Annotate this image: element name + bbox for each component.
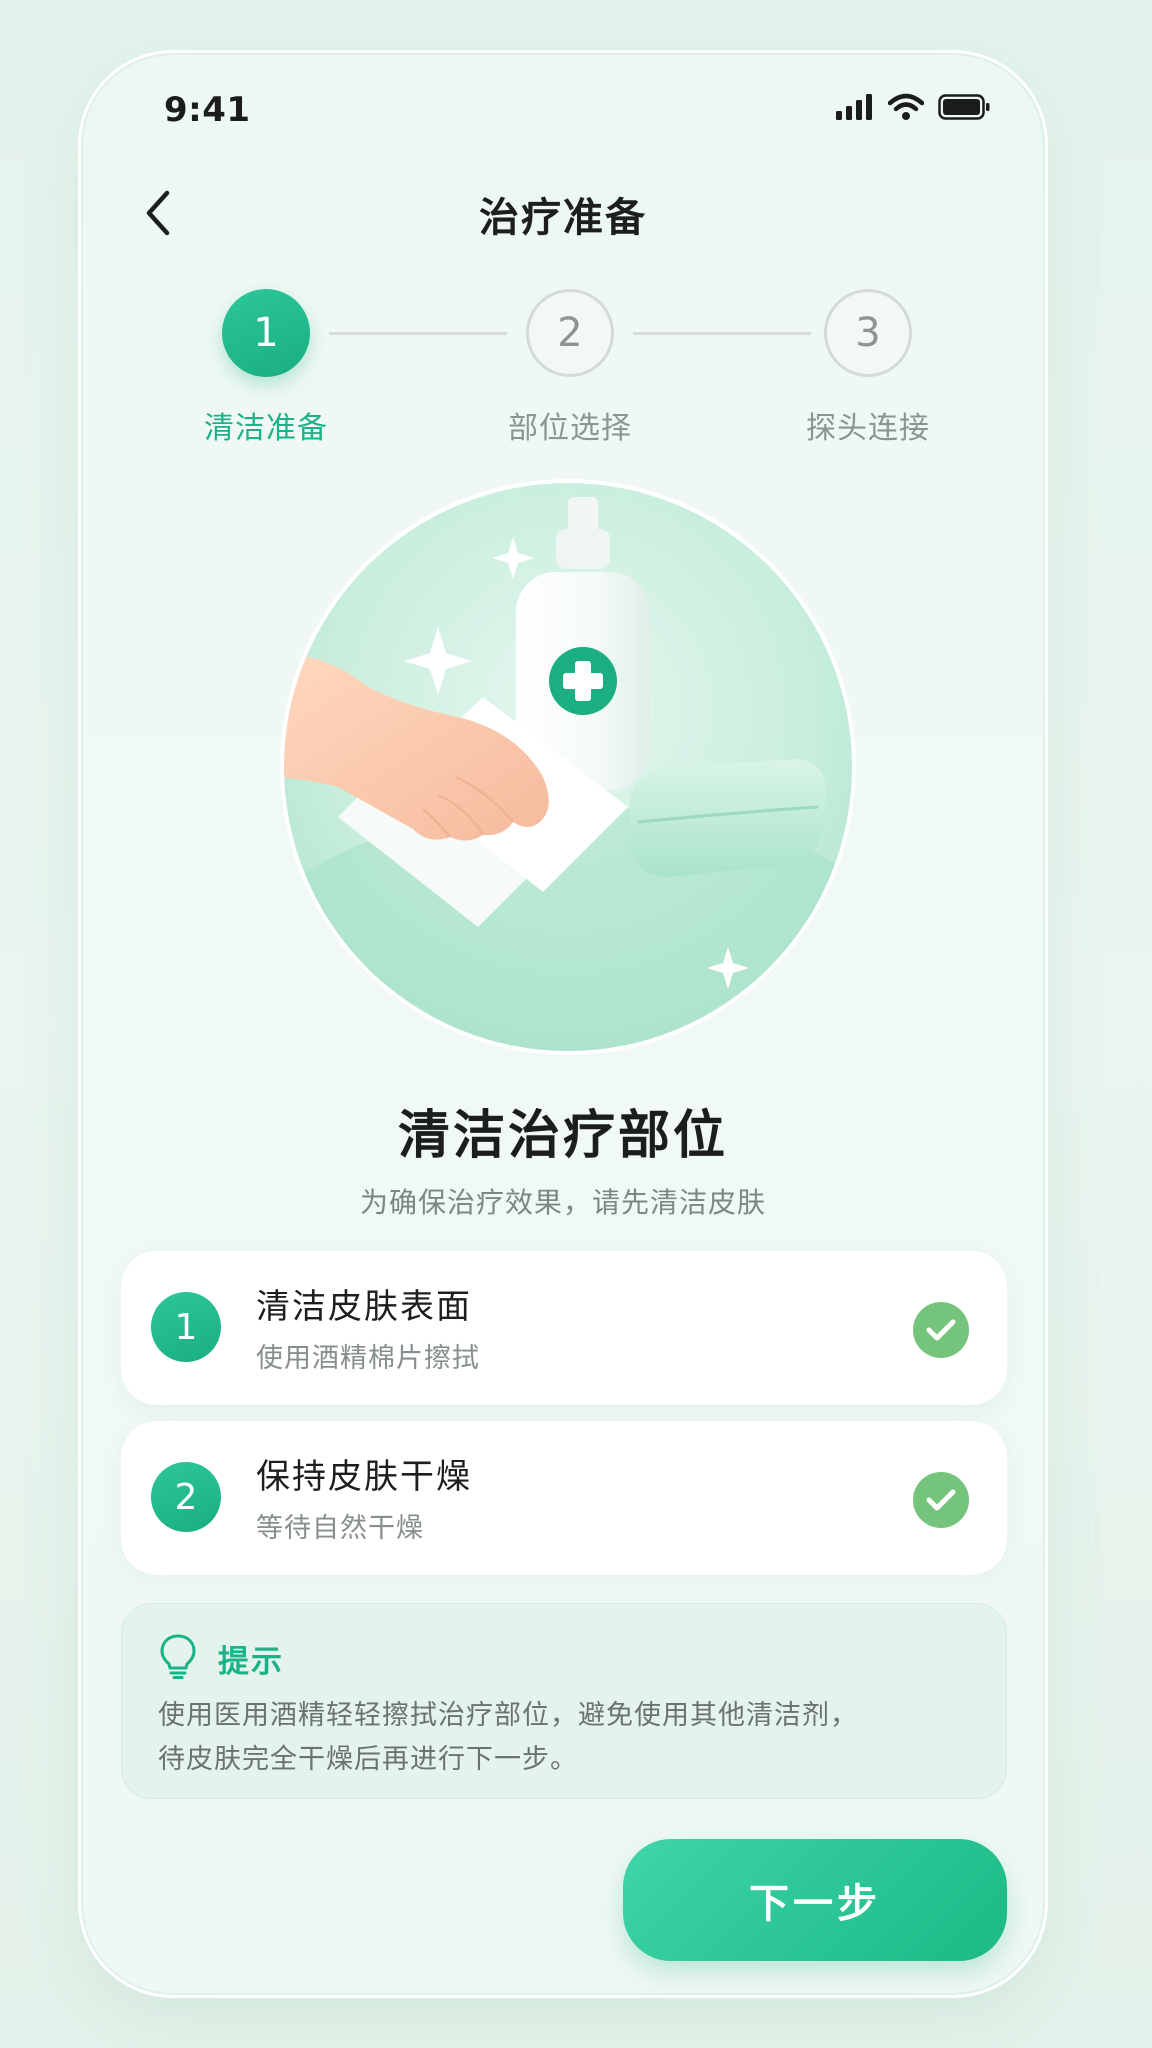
step-1-indicator[interactable]: 1 [222, 289, 310, 377]
cleaning-illustration [280, 479, 856, 1055]
task-title: 清洁皮肤表面 [256, 1287, 472, 1327]
tip-text: 使用医用酒精轻轻擦拭治疗部位，避免使用其他清洁剂， 待皮肤完全干燥后再进行下一步… [158, 1694, 966, 1782]
task-number: 1 [151, 1292, 221, 1362]
battery-icon [938, 94, 990, 120]
task-card-2[interactable]: 2 保持皮肤干燥 等待自然干燥 [121, 1421, 1007, 1575]
step-1-label: 清洁准备 [204, 411, 328, 446]
task-card-1[interactable]: 1 清洁皮肤表面 使用酒精棉片擦拭 [121, 1251, 1007, 1405]
task-description: 使用酒精棉片擦拭 [256, 1343, 480, 1374]
status-icons [836, 93, 990, 121]
step-2-label: 部位选择 [508, 411, 632, 446]
tip-text-line: 待皮肤完全干燥后再进行下一步。 [158, 1744, 578, 1775]
tip-box: 提示 使用医用酒精轻轻擦拭治疗部位，避免使用其他清洁剂， 待皮肤完全干燥后再进行… [121, 1603, 1007, 1799]
check-icon [926, 1489, 956, 1511]
step-2-indicator[interactable]: 2 [526, 289, 614, 377]
tip-title: 提示 [218, 1644, 284, 1680]
status-time: 9:41 [164, 90, 251, 130]
step-3-indicator[interactable]: 3 [824, 289, 912, 377]
check-icon [926, 1319, 956, 1341]
task-title: 保持皮肤干燥 [256, 1457, 472, 1497]
tip-text-line: 使用医用酒精轻轻擦拭治疗部位，避免使用其他清洁剂， [158, 1700, 858, 1731]
section-title: 清洁治疗部位 [397, 1106, 728, 1166]
wifi-icon [888, 93, 924, 120]
page-title: 治疗准备 [479, 195, 647, 241]
section-subtitle: 为确保治疗效果，请先清洁皮肤 [359, 1186, 766, 1219]
step-connector [633, 332, 811, 335]
next-step-button[interactable]: 下一步 [623, 1839, 1007, 1961]
task-description: 等待自然干燥 [256, 1513, 424, 1544]
task-checkbox[interactable] [913, 1472, 969, 1528]
lightbulb-icon [160, 1634, 196, 1679]
task-checkbox[interactable] [913, 1302, 969, 1358]
step-connector [329, 332, 507, 335]
phone-screen: 9:41 治疗准备 1 2 3 清洁准备 部位选择 探头连接 清洁治疗部位 为确… [78, 50, 1048, 1998]
step-3-label: 探头连接 [806, 411, 930, 446]
signal-icon [836, 94, 872, 120]
task-number: 2 [151, 1462, 221, 1532]
